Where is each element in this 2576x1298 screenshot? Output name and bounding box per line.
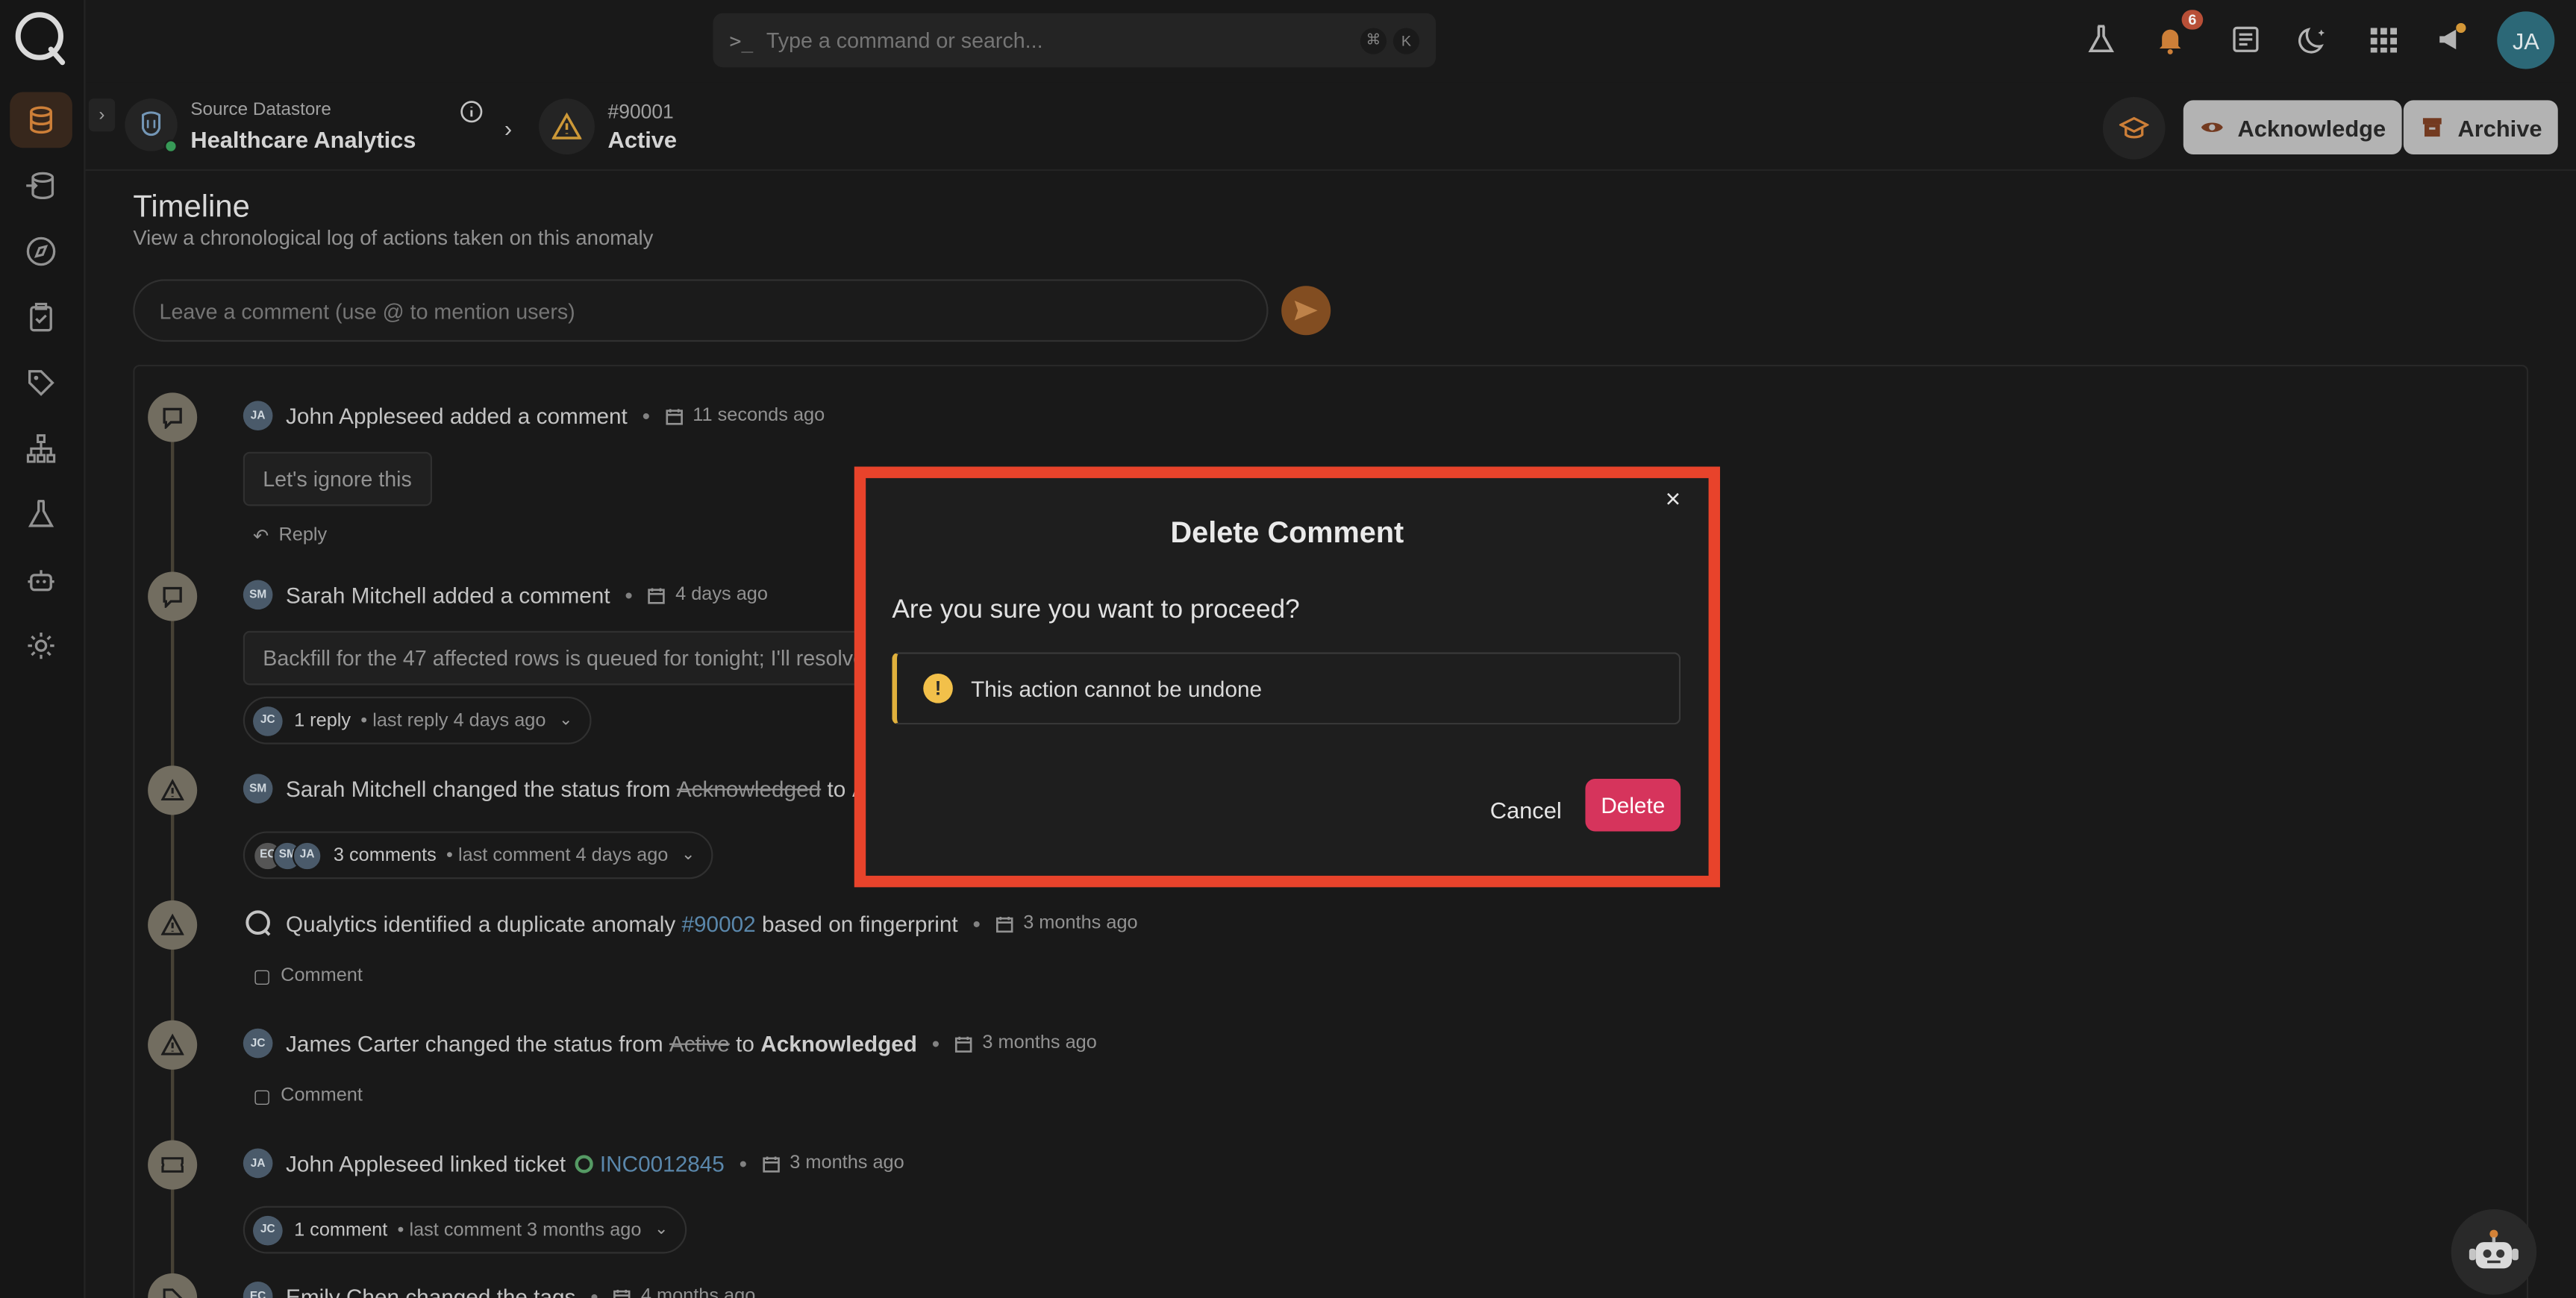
exclamation-icon: ! — [923, 674, 953, 703]
delete-button[interactable]: Delete — [1585, 778, 1681, 832]
cancel-button[interactable]: Cancel — [1490, 797, 1562, 823]
dialog-title: Delete Comment — [1170, 515, 1404, 549]
delete-comment-dialog: × Delete Comment Are you sure you want t… — [854, 466, 1720, 888]
warning-text: This action cannot be undone — [971, 676, 1263, 701]
warning-alert: ! This action cannot be undone — [892, 652, 1681, 725]
close-icon[interactable]: × — [1666, 486, 1681, 516]
dialog-question: Are you sure you want to proceed? — [892, 596, 1300, 624]
